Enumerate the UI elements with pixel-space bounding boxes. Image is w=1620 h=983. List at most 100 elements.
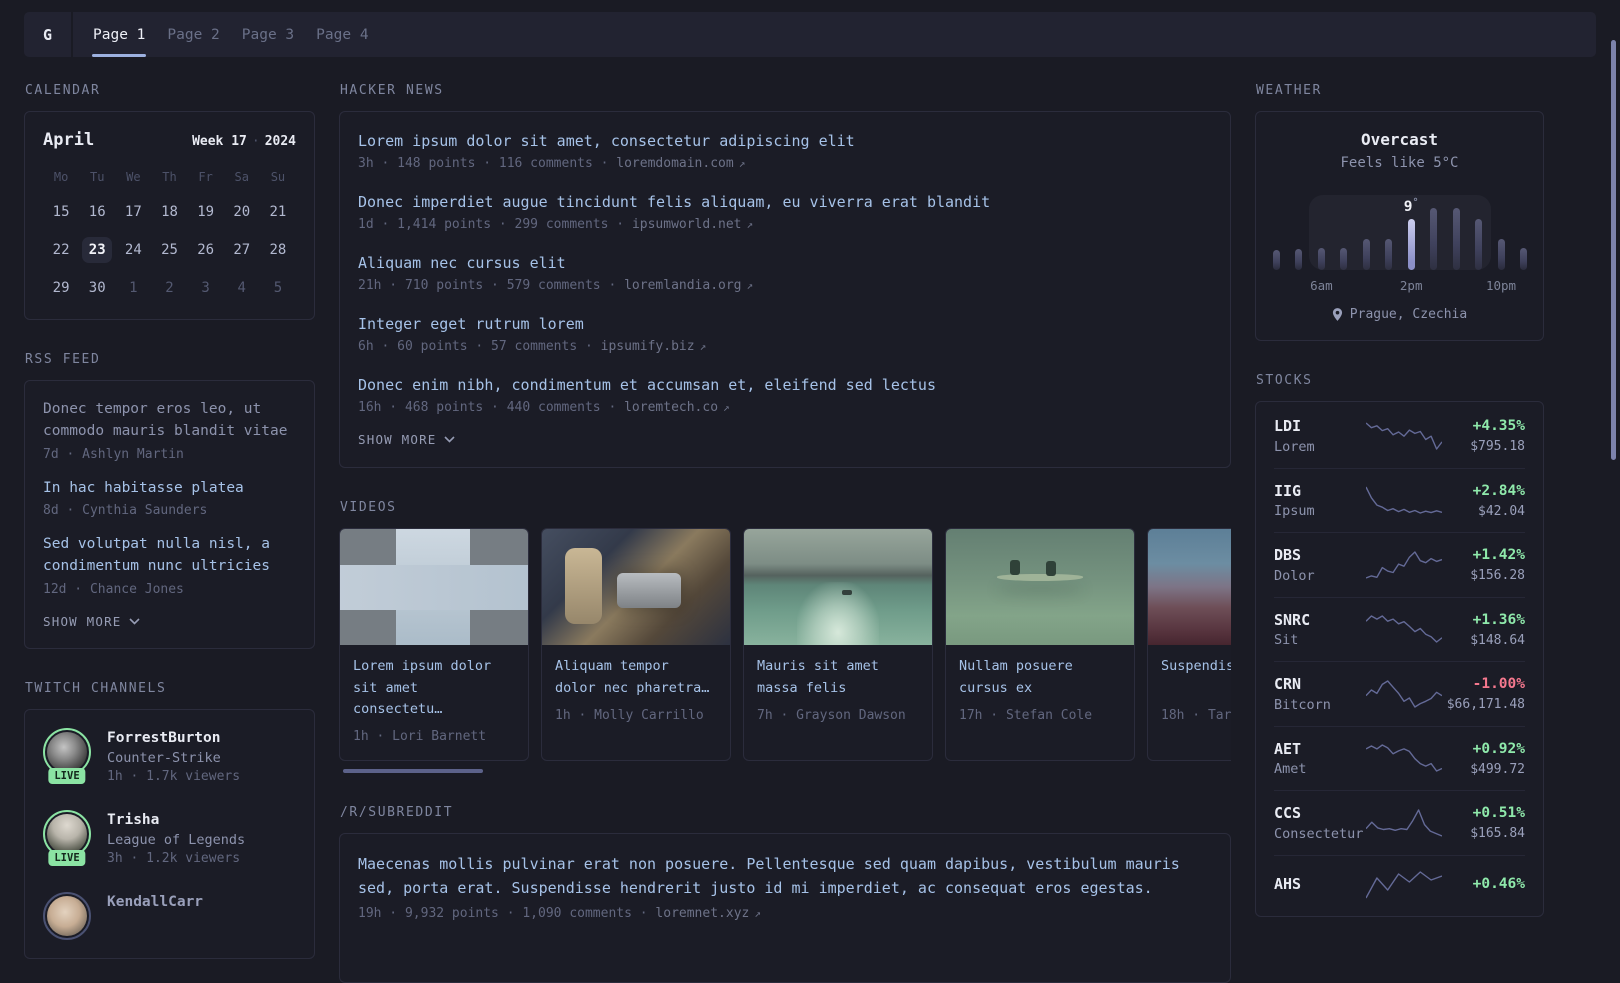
story-title-link[interactable]: Donec enim nibh, condimentum et accumsan… <box>358 375 1212 396</box>
video-title-link[interactable]: Lorem ipsum dolor sit amet consectetu… <box>353 656 515 721</box>
video-card[interactable]: Mauris sit amet massa felis 7h · Grayson… <box>743 528 933 761</box>
calendar-section: CALENDAR April Week 17 · 2024 Mo Tu We Th Fr Sa… <box>24 83 315 320</box>
rss-card: Donec tempor eros leo, ut commodo mauris… <box>24 380 315 649</box>
video-title-link[interactable]: Aliquam tempor dolor nec pharetra… <box>555 656 717 700</box>
stock-values: +0.46% <box>1442 875 1525 894</box>
nav-tab-page-3[interactable]: Page 3 <box>231 12 305 57</box>
stock-name: Bitcorn <box>1274 696 1331 713</box>
stock-name: Ipsum <box>1274 503 1315 519</box>
rss-article-link[interactable]: In hac habitasse platea <box>43 478 296 500</box>
story-title-link[interactable]: Lorem ipsum dolor sit amet, consectetur … <box>358 131 1212 152</box>
stocks-section: STOCKS LDI Lorem +4.35% $795.18 IIG Ipsu… <box>1255 373 1544 917</box>
channel-name-link[interactable]: ForrestBurton <box>107 728 240 748</box>
story-title-link[interactable]: Donec imperdiet augue tincidunt felis al… <box>358 192 1212 213</box>
nav-tab-page-2[interactable]: Page 2 <box>156 12 230 57</box>
weather-section: WEATHER Overcast Feels like 5°C 9° 6am 2p… <box>1255 83 1544 341</box>
rss-article-meta: 8d · Cynthia Saunders <box>43 503 208 519</box>
stock-price: $795.18 <box>1470 439 1525 455</box>
video-title-link[interactable]: Nullam posuere cursus ex <box>959 656 1121 700</box>
nav-tab-page-1[interactable]: Page 1 <box>82 12 156 57</box>
videos-carousel: Lorem ipsum dolor sit amet consectetu… 1… <box>339 528 1231 761</box>
story-meta: 16h · 468 points · 440 comments · loremt… <box>358 400 1212 415</box>
chevron-down-icon <box>128 618 140 625</box>
weather-location-text: Prague, Czechia <box>1349 307 1468 322</box>
calendar-day: 15 <box>52 204 70 220</box>
current-temperature-label: 9° <box>1404 197 1419 215</box>
story-title-link[interactable]: Integer eget rutrum lorem <box>358 314 1212 335</box>
twitch-channel-row[interactable]: LIVE Trisha League of Legends 3h · 1.2k … <box>43 810 296 866</box>
video-thumbnail[interactable] <box>1148 529 1231 645</box>
video-thumbnail[interactable] <box>744 529 932 645</box>
avatar-image <box>47 814 87 855</box>
video-title-link[interactable]: Suspendisse diam <box>1161 656 1231 700</box>
calendar-day: 4 <box>237 280 246 296</box>
live-badge: LIVE <box>48 767 86 784</box>
story-meta: 1d · 1,414 points · 299 comments · ipsum… <box>358 217 1212 232</box>
calendar-day-grid: 15 16 17 18 19 20 21 22 23 24 25 26 27 28 29 30 1 2 3 4 5 <box>43 199 296 301</box>
calendar-week-label: Week 17 <box>192 134 247 149</box>
video-card[interactable]: Suspendisse diam 18h · Tara <box>1147 528 1231 761</box>
stocks-list: LDI Lorem +4.35% $795.18 IIG Ipsum +2.84… <box>1274 404 1525 914</box>
reddit-post-title-link[interactable]: Maecenas mollis pulvinar erat non posuer… <box>358 852 1212 900</box>
stock-row[interactable]: CCS Consectetur +0.51% $165.84 <box>1274 790 1525 855</box>
rss-section-title: RSS FEED <box>25 352 101 367</box>
stock-row[interactable]: CRN Bitcorn -1.00% $66,171.48 <box>1274 661 1525 726</box>
channel-category: Counter-Strike <box>107 750 221 767</box>
story-domain-link[interactable]: loremdomain.com <box>616 156 733 171</box>
videos-section: VIDEOS Lorem ipsum dolor sit amet consec… <box>339 500 1231 773</box>
stock-row[interactable]: AHS +0.46% <box>1274 854 1525 914</box>
stock-identity: AET Amet <box>1274 740 1366 778</box>
stock-row[interactable]: IIG Ipsum +2.84% $42.04 <box>1274 467 1525 533</box>
middle-column: HACKER NEWS Lorem ipsum dolor sit amet, … <box>339 83 1231 983</box>
reddit-post: Maecenas mollis pulvinar erat non posuer… <box>358 852 1212 921</box>
video-meta: 18h · Tara <box>1161 708 1231 723</box>
external-link-icon: ↗ <box>746 218 754 231</box>
stock-values: +0.51% $165.84 <box>1442 804 1525 841</box>
channel-name-link[interactable]: Trisha <box>107 810 245 830</box>
rss-article-link[interactable]: Sed volutpat nulla nisl, a condimentum n… <box>43 534 296 578</box>
video-title-link[interactable]: Mauris sit amet massa felis <box>757 656 919 700</box>
video-card[interactable]: Nullam posuere cursus ex 17h · Stefan Co… <box>945 528 1135 761</box>
calendar-year: 2024 <box>264 134 296 149</box>
calendar-day: 20 <box>233 204 251 220</box>
video-thumbnail[interactable] <box>542 529 730 645</box>
videos-scrollbar[interactable] <box>339 768 1231 773</box>
external-link-icon: ↗ <box>738 157 746 170</box>
video-card[interactable]: Lorem ipsum dolor sit amet consectetu… 1… <box>339 528 529 761</box>
rss-list: Donec tempor eros leo, ut commodo mauris… <box>43 399 296 597</box>
story-domain-link[interactable]: ipsumify.biz <box>601 339 695 354</box>
channel-category: League of Legends <box>107 832 246 849</box>
degree-symbol: ° <box>1412 197 1419 208</box>
videos-scrollbar-thumb[interactable] <box>343 768 483 773</box>
video-thumbnail[interactable] <box>946 529 1134 645</box>
nav-tab-page-4[interactable]: Page 4 <box>305 12 379 57</box>
twitch-channel-row[interactable]: LIVE ForrestBurton Counter-Strike 1h · 1… <box>43 727 296 784</box>
story-domain-link[interactable]: ipsumworld.net <box>632 217 742 232</box>
video-thumbnail[interactable] <box>340 529 528 645</box>
twitch-card: LIVE ForrestBurton Counter-Strike 1h · 1… <box>24 708 315 960</box>
story-domain-link[interactable]: loremtech.co <box>624 400 718 415</box>
stock-row[interactable]: DBS Dolor +1.42% $156.28 <box>1274 532 1525 597</box>
weekday-label: Mo <box>53 170 69 184</box>
stock-price: $148.64 <box>1470 632 1525 648</box>
stock-change-percent: +1.42% <box>1472 547 1525 564</box>
rss-article-link[interactable]: Donec tempor eros leo, ut commodo mauris… <box>43 399 296 443</box>
reddit-post-domain-link[interactable]: loremnet.xyz <box>655 906 749 921</box>
story-domain-link[interactable]: loremlandia.org <box>624 278 741 293</box>
weather-bar <box>1430 208 1438 270</box>
stock-identity: SNRC Sit <box>1274 611 1366 649</box>
stock-row[interactable]: SNRC Sit +1.36% $148.64 <box>1274 596 1525 662</box>
video-meta: 1h · Lori Barnett <box>353 728 487 744</box>
story-title-link[interactable]: Aliquam nec cursus elit <box>358 253 1212 274</box>
rss-show-more-button[interactable]: SHOW MORE <box>43 614 140 629</box>
weather-bar <box>1317 248 1325 270</box>
weather-hourly-chart: 9° <box>1273 182 1527 270</box>
hackernews-show-more-button[interactable]: SHOW MORE <box>358 432 455 447</box>
stock-sparkline-chart <box>1365 549 1443 581</box>
channel-name-link[interactable]: KendallCarr <box>107 892 203 912</box>
stock-row[interactable]: LDI Lorem +4.35% $795.18 <box>1274 404 1525 468</box>
weekday-label: Su <box>270 170 286 184</box>
stock-row[interactable]: AET Amet +0.92% $499.72 <box>1274 725 1525 791</box>
page-scrollbar-thumb[interactable] <box>1611 40 1616 460</box>
video-card[interactable]: Aliquam tempor dolor nec pharetra… 1h · … <box>541 528 731 761</box>
